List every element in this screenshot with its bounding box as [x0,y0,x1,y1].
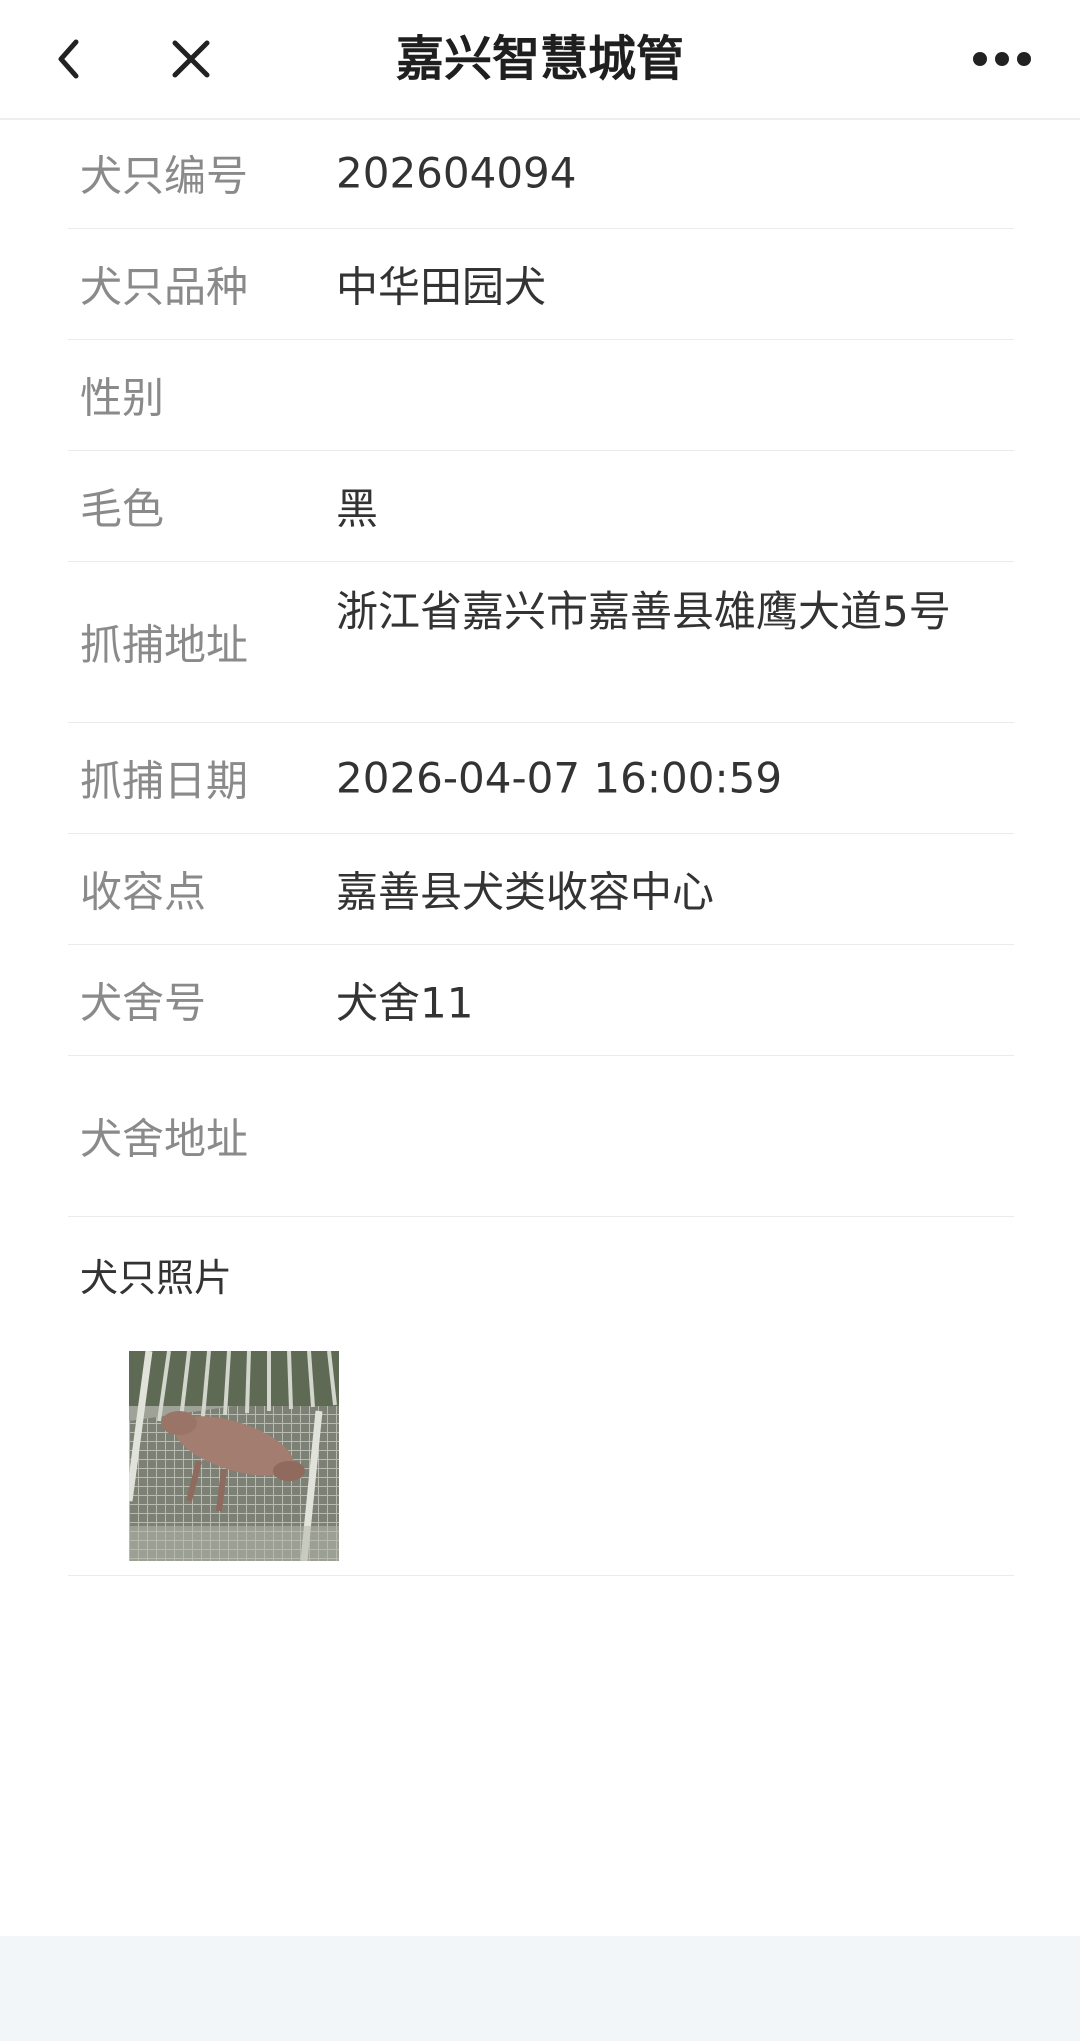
page-title: 嘉兴智慧城管 [395,31,684,87]
field-row-gender: 性别 [68,340,1014,451]
field-row-breed: 犬只品种 中华田园犬 [68,229,1014,340]
field-row-kennel-number: 犬舍号 犬舍11 [68,945,1014,1056]
chevron-left-icon [58,39,79,79]
field-label: 犬只编号 [80,151,249,201]
field-label: 犬舍地址 [80,1114,249,1164]
more-horizontal-icon [973,52,1031,66]
dog-photos-section: 犬只照片 [68,1217,1014,1576]
navigation-bar: 嘉兴智慧城管 [0,0,1080,120]
field-row-capture-date: 抓捕日期 2026-04-07 16:00:59 [68,723,1014,834]
field-value: 黑 [336,484,379,534]
field-label: 抓捕地址 [80,620,249,670]
field-label: 毛色 [80,484,165,534]
photos-label: 犬只照片 [80,1256,233,1300]
field-value: 中华田园犬 [336,262,547,312]
field-row-coat-color: 毛色 黑 [68,451,1014,562]
field-row-shelter: 收容点 嘉善县犬类收容中心 [68,834,1014,945]
field-label: 性别 [80,373,165,423]
field-value: 犬舍11 [336,978,474,1028]
dog-photo-thumbnail[interactable] [129,1351,339,1561]
field-label: 犬只品种 [80,262,249,312]
field-value: 浙江省嘉兴市嘉善县雄鹰大道5号 [336,587,951,636]
field-row-capture-address: 抓捕地址 浙江省嘉兴市嘉善县雄鹰大道5号 [68,562,1014,723]
close-button[interactable] [156,24,226,94]
field-row-dog-number: 犬只编号 202604094 [68,118,1014,229]
field-value: 2026-04-07 16:00:59 [336,753,783,803]
field-value: 嘉善县犬类收容中心 [336,867,715,917]
field-label: 抓捕日期 [80,756,249,806]
close-icon [172,40,210,78]
field-value: 202604094 [336,148,577,198]
back-button[interactable] [34,24,104,94]
bottom-bar [0,1936,1080,2041]
field-label: 犬舍号 [80,978,207,1028]
dog-detail-list: 犬只编号 202604094 犬只品种 中华田园犬 性别 毛色 黑 抓捕地址 浙… [68,118,1014,1576]
field-label: 收容点 [80,867,207,917]
more-button[interactable] [966,24,1038,94]
dog-in-cage-image [129,1351,339,1561]
field-row-kennel-address: 犬舍地址 [68,1056,1014,1217]
